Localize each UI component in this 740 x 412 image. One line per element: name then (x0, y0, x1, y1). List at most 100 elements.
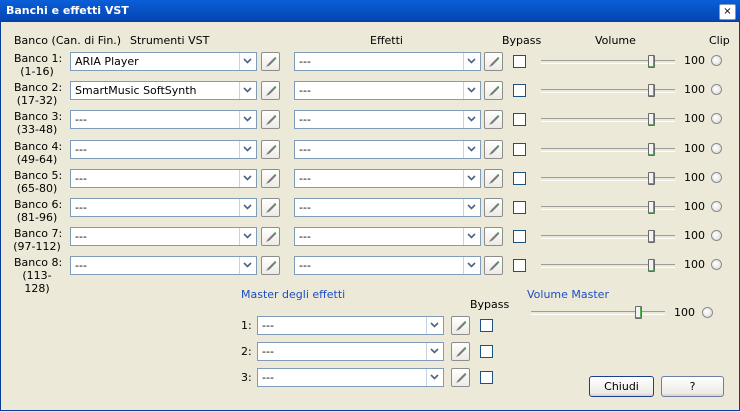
chevron-down-icon[interactable] (239, 228, 256, 245)
master-effect-select-2[interactable]: --- (257, 342, 444, 361)
volume-thumb-7[interactable] (648, 230, 655, 243)
instrument-select-7[interactable]: --- (70, 227, 257, 246)
effect-select-2[interactable]: --- (294, 81, 481, 100)
effect-select-8[interactable]: --- (294, 256, 481, 275)
effect-edit-button-4[interactable] (484, 140, 503, 159)
master-bypass-checkbox-3[interactable] (480, 371, 493, 384)
master-effect-edit-button-2[interactable] (451, 342, 470, 361)
header-bank: Banco (Can. di Fin.) (14, 34, 122, 47)
master-volume-thumb[interactable] (635, 306, 642, 319)
effect-edit-button-1[interactable] (484, 52, 503, 71)
volume-thumb-4[interactable] (648, 143, 655, 156)
bypass-checkbox-8[interactable] (513, 259, 526, 272)
effect-select-5[interactable]: --- (294, 169, 481, 188)
volume-value-4: 100 (684, 142, 705, 155)
effect-edit-button-2[interactable] (484, 81, 503, 100)
effect-select-1[interactable]: --- (294, 52, 481, 71)
effect-edit-button-5[interactable] (484, 169, 503, 188)
volume-thumb-5[interactable] (648, 172, 655, 185)
effect-select-4[interactable]: --- (294, 140, 481, 159)
effect-select-3[interactable]: --- (294, 110, 481, 129)
chevron-down-icon[interactable] (463, 199, 480, 216)
chevron-down-icon[interactable] (463, 141, 480, 158)
instrument-select-3[interactable]: --- (70, 110, 257, 129)
combo-value: --- (262, 371, 274, 384)
bypass-checkbox-5[interactable] (513, 172, 526, 185)
help-button[interactable]: ? (661, 376, 724, 397)
bypass-checkbox-3[interactable] (513, 113, 526, 126)
chevron-down-icon[interactable] (426, 369, 443, 386)
instrument-edit-button-4[interactable] (261, 140, 280, 159)
header-instruments: Strumenti VST (130, 34, 210, 47)
bypass-checkbox-6[interactable] (513, 201, 526, 214)
volume-value-1: 100 (684, 54, 705, 67)
effect-edit-button-6[interactable] (484, 198, 503, 217)
chevron-down-icon[interactable] (239, 141, 256, 158)
bypass-checkbox-7[interactable] (513, 230, 526, 243)
effect-select-6[interactable]: --- (294, 198, 481, 217)
master-effect-edit-button-3[interactable] (451, 368, 470, 387)
chevron-down-icon[interactable] (239, 170, 256, 187)
instrument-select-5[interactable]: --- (70, 169, 257, 188)
instrument-select-6[interactable]: --- (70, 198, 257, 217)
combo-value: --- (75, 113, 87, 126)
instrument-edit-button-1[interactable] (261, 52, 280, 71)
instrument-edit-button-7[interactable] (261, 227, 280, 246)
instrument-edit-button-6[interactable] (261, 198, 280, 217)
window-title: Banchi e effetti VST (6, 4, 129, 17)
chevron-down-icon[interactable] (463, 111, 480, 128)
volume-thumb-6[interactable] (648, 201, 655, 214)
chevron-down-icon[interactable] (239, 82, 256, 99)
effect-edit-button-3[interactable] (484, 110, 503, 129)
instrument-edit-button-3[interactable] (261, 110, 280, 129)
instrument-select-4[interactable]: --- (70, 140, 257, 159)
chevron-down-icon[interactable] (463, 53, 480, 70)
effect-edit-button-8[interactable] (484, 256, 503, 275)
bypass-checkbox-4[interactable] (513, 143, 526, 156)
edit-pencil-icon (489, 115, 500, 125)
volume-thumb-2[interactable] (648, 84, 655, 97)
chevron-down-icon[interactable] (239, 53, 256, 70)
master-effect-edit-button-1[interactable] (451, 316, 470, 335)
chevron-down-icon[interactable] (463, 82, 480, 99)
effect-select-7[interactable]: --- (294, 227, 481, 246)
combo-value: --- (262, 345, 274, 358)
chevron-down-icon[interactable] (426, 343, 443, 360)
combo-value: --- (75, 201, 87, 214)
instrument-edit-button-5[interactable] (261, 169, 280, 188)
instrument-select-8[interactable]: --- (70, 256, 257, 275)
instrument-select-2[interactable]: SmartMusic SoftSynth (70, 81, 257, 100)
volume-thumb-1[interactable] (648, 55, 655, 68)
chevron-down-icon[interactable] (239, 257, 256, 274)
close-button[interactable]: Chiudi (589, 376, 654, 397)
master-effect-select-3[interactable]: --- (257, 368, 444, 387)
edit-pencil-icon (456, 373, 467, 383)
bypass-checkbox-2[interactable] (513, 84, 526, 97)
volume-value-5: 100 (684, 171, 705, 184)
close-window-button[interactable]: × (719, 4, 736, 20)
edit-pencil-icon (266, 174, 277, 184)
master-effect-select-1[interactable]: --- (257, 316, 444, 335)
instrument-select-1[interactable]: ARIA Player (70, 52, 257, 71)
chevron-down-icon[interactable] (239, 199, 256, 216)
effect-edit-button-7[interactable] (484, 227, 503, 246)
master-bypass-checkbox-1[interactable] (480, 319, 493, 332)
chevron-down-icon[interactable] (463, 228, 480, 245)
volume-thumb-8[interactable] (648, 259, 655, 272)
combo-value: --- (299, 172, 311, 185)
bypass-checkbox-1[interactable] (513, 55, 526, 68)
edit-pencil-icon (266, 86, 277, 96)
chevron-down-icon[interactable] (426, 317, 443, 334)
instrument-edit-button-2[interactable] (261, 81, 280, 100)
instrument-edit-button-8[interactable] (261, 256, 280, 275)
master-bypass-checkbox-2[interactable] (480, 345, 493, 358)
chevron-down-icon[interactable] (463, 170, 480, 187)
volume-thumb-3[interactable] (648, 113, 655, 126)
chevron-down-icon[interactable] (239, 111, 256, 128)
edit-pencil-icon (489, 57, 500, 67)
chevron-down-icon[interactable] (463, 257, 480, 274)
master-volume-track[interactable] (531, 311, 665, 315)
edit-pencil-icon (489, 261, 500, 271)
title-bar[interactable]: Banchi e effetti VST × (0, 0, 740, 22)
header-effects: Effetti (370, 34, 403, 47)
